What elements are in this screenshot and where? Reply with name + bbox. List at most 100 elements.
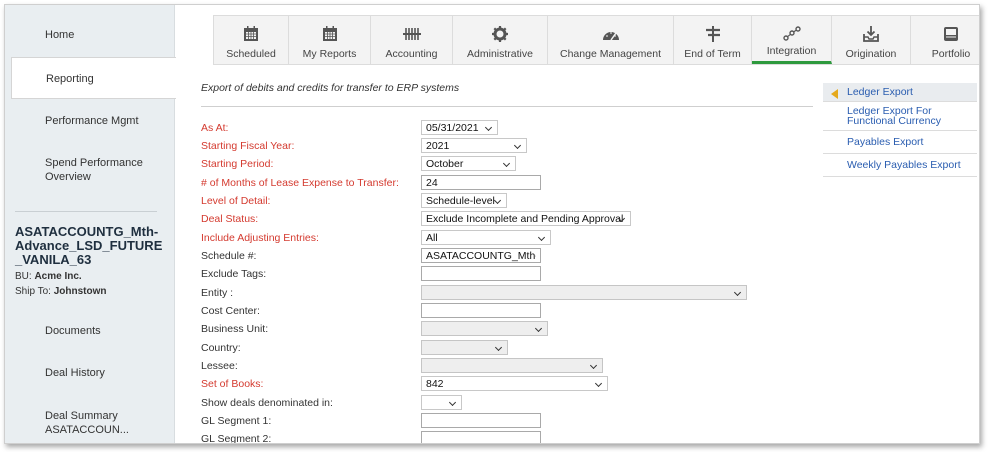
denominated-select[interactable] [421, 395, 462, 410]
form-row-schedule: Schedule #: [201, 248, 761, 264]
tab-portfolio[interactable]: Portfolio [911, 16, 979, 64]
form-row-entity: Entity : [201, 285, 761, 301]
as-at-select[interactable]: 05/31/2021 [421, 120, 498, 135]
tab-label: Portfolio [931, 48, 971, 60]
selected-arrow-icon [831, 89, 838, 99]
menu-item-label: Payables Export [847, 136, 924, 148]
sidebar-divider [15, 211, 157, 212]
module-tab-bar: Scheduled My Reports Accounting Administ… [213, 15, 979, 65]
fiscal-year-label: Starting Fiscal Year: [201, 140, 295, 152]
cost-center-label: Cost Center: [201, 305, 260, 317]
form-row-cost-center: Cost Center: [201, 303, 761, 319]
page-subtitle: Export of debits and credits for transfe… [201, 82, 460, 94]
gl-segment-1-input[interactable] [421, 413, 541, 428]
country-label: Country: [201, 342, 241, 354]
tab-administrative[interactable]: Administrative [453, 16, 548, 64]
country-select[interactable] [421, 340, 508, 355]
entity-select[interactable] [421, 285, 747, 300]
schedule-label: Schedule #: [201, 250, 257, 262]
menu-item-ledger-export[interactable]: Ledger Export [823, 83, 977, 102]
sidebar: Home Reporting Performance Mgmt Spend Pe… [5, 5, 176, 443]
gear-icon [492, 26, 508, 42]
signpost-icon [705, 26, 720, 42]
tab-change-management[interactable]: Change Management [548, 16, 674, 64]
adjusting-label: Include Adjusting Entries: [201, 232, 319, 244]
form-row-gl-segment-1: GL Segment 1: [201, 413, 761, 429]
sidebar-item-deal-summary[interactable]: Deal Summary ASATACCOUN... [5, 409, 135, 437]
deal-status-select[interactable]: Exclude Incomplete and Pending Approval [421, 211, 631, 226]
tray-download-icon [863, 26, 879, 42]
months-label: # of Months of Lease Expense to Transfer… [201, 177, 399, 189]
header-divider [201, 106, 813, 107]
entity-label: Entity : [201, 287, 234, 299]
lessee-select[interactable] [421, 358, 603, 373]
menu-item-weekly-payables-export[interactable]: Weekly Payables Export [823, 154, 977, 177]
gl-segment-2-input[interactable] [421, 431, 541, 443]
sidebar-item-label: Home [45, 29, 75, 41]
tab-label: Change Management [560, 48, 661, 60]
export-type-menu: Ledger Export Ledger Export For Function… [823, 83, 977, 177]
sidebar-item-spend-performance[interactable]: Spend Performance Overview [5, 156, 155, 184]
menu-item-ledger-export-functional[interactable]: Ledger Export For Functional Currency [823, 102, 977, 131]
tab-accounting[interactable]: Accounting [371, 16, 453, 64]
fiscal-year-select[interactable]: 2021 [421, 138, 527, 153]
sidebar-item-label: Documents [45, 325, 101, 337]
deal-bu: BU: Acme Inc. [15, 271, 165, 282]
tab-label: Integration [766, 45, 817, 57]
deal-status-label: Deal Status: [201, 213, 259, 225]
form-row-fiscal-year: Starting Fiscal Year: 2021 [201, 138, 761, 154]
cost-center-input[interactable] [421, 303, 541, 318]
sidebar-item-home[interactable]: Home [5, 29, 175, 41]
tab-scheduled[interactable]: Scheduled [214, 16, 289, 64]
period-label: Starting Period: [201, 158, 274, 170]
form-row-detail: Level of Detail: Schedule-level [201, 193, 761, 209]
tab-origination[interactable]: Origination [832, 16, 911, 64]
detail-select[interactable]: Schedule-level [421, 193, 507, 208]
ship-label: Ship To: [15, 286, 51, 297]
sidebar-item-label: Deal History [45, 367, 105, 379]
calendar-icon [322, 26, 337, 41]
app-window: Home Reporting Performance Mgmt Spend Pe… [4, 4, 980, 444]
ship-value: Johnstown [53, 286, 107, 297]
calendar-icon [244, 26, 258, 41]
as-at-label: As At: [201, 122, 229, 134]
bu-value: Acme Inc. [34, 271, 82, 282]
deal-ship-to: Ship To: Johnstown [15, 286, 165, 297]
months-input[interactable] [421, 175, 541, 190]
adjusting-select[interactable]: All [421, 230, 551, 245]
sidebar-item-label: Spend Performance Overview [45, 157, 143, 183]
exclude-tags-input[interactable] [421, 266, 541, 281]
period-select[interactable]: October [421, 156, 516, 171]
form-row-lessee: Lessee: [201, 358, 761, 374]
detail-label: Level of Detail: [201, 195, 271, 207]
tab-label: End of Term [684, 48, 741, 60]
schedule-input[interactable] [421, 248, 541, 263]
form-row-as-at: As At: 05/31/2021 [201, 120, 761, 136]
sidebar-item-deal-history[interactable]: Deal History [5, 367, 175, 379]
form-row-denominated: Show deals denominated in: [201, 395, 761, 411]
set-of-books-label: Set of Books: [201, 378, 264, 390]
form-header: Export of debits and credits for transfe… [201, 82, 813, 94]
deal-title: ASATACCOUNTG_Mth-Advance_LSD_FUTURE_VANI… [15, 224, 163, 267]
nodes-icon [782, 26, 801, 41]
tab-my-reports[interactable]: My Reports [289, 16, 371, 64]
menu-item-label: Ledger Export For Functional Currency [847, 105, 941, 127]
lessee-label: Lessee: [201, 360, 238, 372]
tab-end-of-term[interactable]: End of Term [674, 16, 752, 64]
tab-integration[interactable]: Integration [752, 16, 832, 64]
sidebar-item-label: Reporting [46, 73, 94, 85]
sidebar-item-performance-mgmt[interactable]: Performance Mgmt [5, 115, 175, 127]
sidebar-item-documents[interactable]: Documents [5, 325, 175, 337]
set-of-books-select[interactable]: 842 [421, 376, 608, 391]
form-row-exclude-tags: Exclude Tags: [201, 266, 761, 282]
sidebar-item-reporting[interactable]: Reporting [11, 57, 176, 99]
tab-label: My Reports [302, 48, 357, 60]
tab-label: Scheduled [226, 48, 276, 60]
business-unit-select[interactable] [421, 321, 548, 336]
form-row-country: Country: [201, 340, 761, 356]
inbox-icon [944, 27, 958, 41]
bu-label: BU: [15, 271, 32, 282]
menu-item-payables-export[interactable]: Payables Export [823, 131, 977, 154]
form-row-period: Starting Period: October [201, 156, 761, 172]
gl-segment-2-label: GL Segment 2: [201, 433, 272, 444]
